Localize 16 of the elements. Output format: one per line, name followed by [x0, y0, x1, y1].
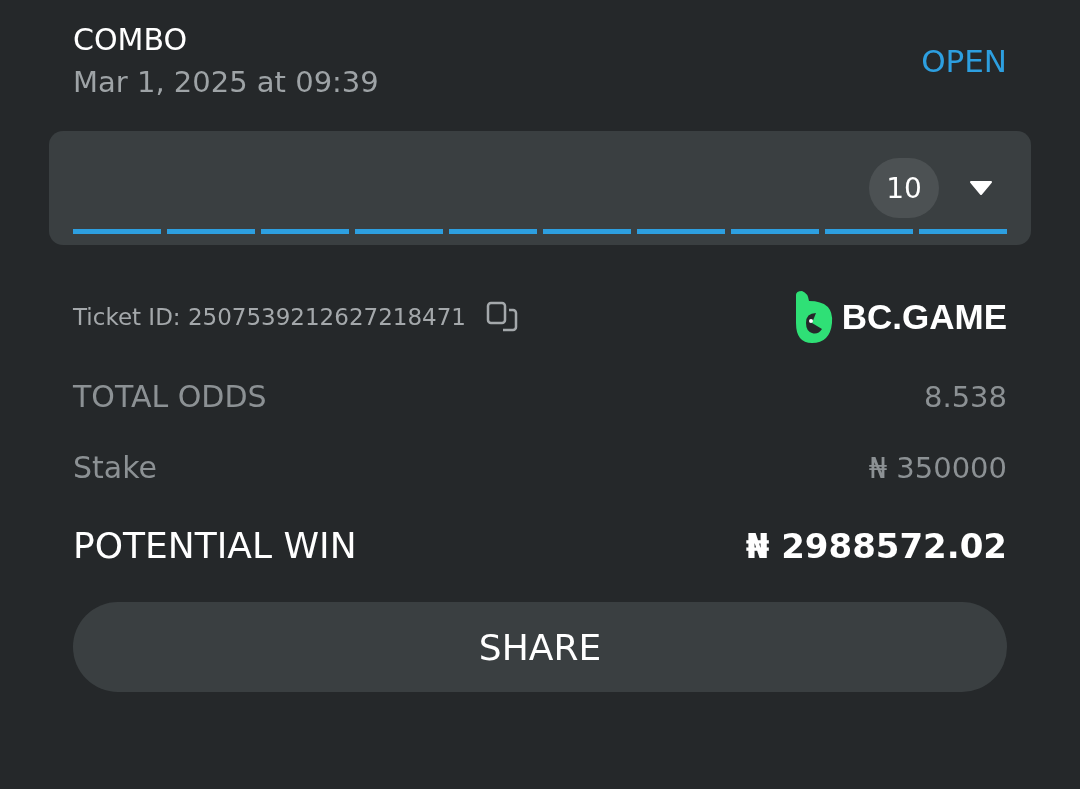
- summary-label: POTENTIAL WIN: [73, 525, 357, 566]
- summary-label: Stake: [73, 450, 157, 485]
- caret-icon[interactable]: [969, 180, 993, 196]
- share-button[interactable]: SHARE: [73, 602, 1007, 692]
- summary-value: ₦ 350000: [868, 450, 1007, 485]
- summary-label: TOTAL ODDS: [73, 379, 267, 414]
- bet-type-title: COMBO: [73, 22, 189, 57]
- bet-status: OPEN: [921, 42, 1007, 79]
- summary-value: ₦ 2988572.02: [745, 525, 1007, 566]
- copy-icon[interactable]: [485, 301, 518, 333]
- ticket-id: Ticket ID: 2507539212627218471: [73, 304, 466, 330]
- brand-name: BC.GAME: [841, 297, 1007, 337]
- bet-date: Mar 1, 2025 at 09:39: [73, 65, 379, 99]
- logo-icon: [793, 291, 834, 343]
- summary-value: 8.538: [923, 379, 1007, 414]
- selection-count: 10: [869, 158, 939, 218]
